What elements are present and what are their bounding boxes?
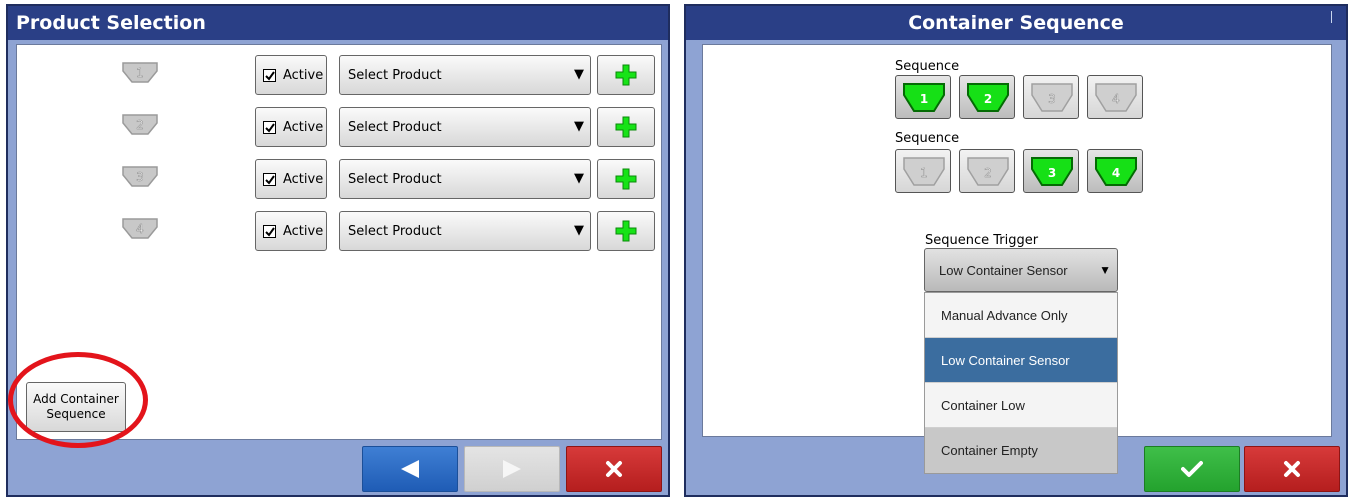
active-toggle-3[interactable]: Active	[255, 159, 327, 199]
checkbox-checked-icon	[263, 173, 276, 186]
container-number: 2	[136, 118, 144, 132]
plus-icon	[615, 116, 637, 138]
add-product-button-1[interactable]	[597, 55, 655, 95]
product-selection-panel: Product Selection 1 Active Select Produc…	[6, 4, 670, 497]
active-label: Active	[283, 68, 324, 83]
container-number: 3	[136, 170, 144, 184]
sequence-label: Sequence	[46, 407, 106, 421]
active-label: Active	[283, 120, 324, 135]
container-number: 1	[920, 166, 928, 180]
divider-mark	[1331, 11, 1340, 23]
close-icon	[1284, 461, 1300, 477]
container-number: 2	[984, 166, 992, 180]
sequence-1-label: Sequence	[895, 59, 960, 74]
plus-icon	[615, 64, 637, 86]
add-product-button-4[interactable]	[597, 211, 655, 251]
next-button[interactable]	[464, 446, 560, 492]
product-select-1[interactable]: Select Product ▼	[339, 55, 591, 95]
container-1-icon: 1	[120, 60, 160, 86]
sequence-1-container-4[interactable]: 4	[1087, 75, 1143, 119]
checkbox-checked-icon	[263, 121, 276, 134]
option-manual-advance-only[interactable]: Manual Advance Only	[925, 293, 1117, 338]
container-number: 4	[1112, 92, 1120, 106]
plus-icon	[615, 220, 637, 242]
sequence-2-container-4[interactable]: 4	[1087, 149, 1143, 193]
sequence-1-container-2[interactable]: 2	[959, 75, 1015, 119]
arrow-left-icon	[401, 460, 419, 478]
dropdown-arrow-icon: ▼	[574, 119, 584, 134]
checkbox-checked-icon	[263, 69, 276, 82]
container-sequence-panel: Container Sequence Sequence 1 2 3 4 Sequ…	[684, 4, 1348, 497]
dropdown-arrow-icon: ▼	[574, 171, 584, 186]
sequence-2-label: Sequence	[895, 131, 960, 146]
add-product-button-2[interactable]	[597, 107, 655, 147]
sequence-trigger-dropdown[interactable]: Low Container Sensor ▼	[924, 248, 1118, 292]
container-number: 4	[136, 222, 144, 236]
option-low-container-sensor[interactable]: Low Container Sensor	[925, 338, 1117, 383]
back-button[interactable]	[362, 446, 458, 492]
product-selection-content: 1 Active Select Product ▼ 2 Active Selec…	[16, 44, 662, 440]
dropdown-arrow-icon: ▼	[574, 67, 584, 82]
sequence-trigger-options: Manual Advance Only Low Container Sensor…	[924, 292, 1118, 474]
container-number: 2	[984, 92, 992, 106]
container-number: 1	[920, 92, 928, 106]
close-icon	[606, 461, 622, 477]
active-label: Active	[283, 172, 324, 187]
product-select-value: Select Product	[348, 224, 442, 239]
product-select-2[interactable]: Select Product ▼	[339, 107, 591, 147]
confirm-button[interactable]	[1144, 446, 1240, 492]
checkmark-icon	[1181, 461, 1203, 477]
arrow-right-icon	[503, 460, 521, 478]
sequence-2-container-1[interactable]: 1	[895, 149, 951, 193]
active-toggle-4[interactable]: Active	[255, 211, 327, 251]
active-label: Active	[283, 224, 324, 239]
product-select-3[interactable]: Select Product ▼	[339, 159, 591, 199]
container-2-icon: 2	[120, 112, 160, 138]
sequence-1-container-1[interactable]: 1	[895, 75, 951, 119]
sequence-2-container-3[interactable]: 3	[1023, 149, 1079, 193]
panel-title: Container Sequence	[686, 6, 1346, 40]
product-select-value: Select Product	[348, 68, 442, 83]
add-container-sequence-button[interactable]: Add Container Sequence	[26, 382, 126, 432]
cancel-button[interactable]	[566, 446, 662, 492]
sequence-trigger-value: Low Container Sensor	[939, 263, 1068, 278]
container-3-icon: 3	[120, 164, 160, 190]
active-toggle-2[interactable]: Active	[255, 107, 327, 147]
active-toggle-1[interactable]: Active	[255, 55, 327, 95]
sequence-1-container-3[interactable]: 3	[1023, 75, 1079, 119]
add-product-button-3[interactable]	[597, 159, 655, 199]
sequence-trigger-label: Sequence Trigger	[925, 233, 1039, 248]
container-number: 3	[1048, 166, 1056, 180]
product-select-4[interactable]: Select Product ▼	[339, 211, 591, 251]
option-container-empty[interactable]: Container Empty	[925, 428, 1117, 473]
option-container-low[interactable]: Container Low	[925, 383, 1117, 428]
container-number: 1	[136, 66, 144, 80]
container-4-icon: 4	[120, 216, 160, 242]
add-container-label: Add Container	[33, 392, 119, 406]
dropdown-arrow-icon: ▼	[1099, 263, 1111, 277]
container-number: 4	[1112, 166, 1120, 180]
sequence-2-container-2[interactable]: 2	[959, 149, 1015, 193]
panel-title: Product Selection	[8, 6, 668, 40]
dropdown-arrow-icon: ▼	[574, 223, 584, 238]
product-select-value: Select Product	[348, 172, 442, 187]
container-number: 3	[1048, 92, 1056, 106]
product-select-value: Select Product	[348, 120, 442, 135]
checkbox-checked-icon	[263, 225, 276, 238]
cancel-button[interactable]	[1244, 446, 1340, 492]
plus-icon	[615, 168, 637, 190]
